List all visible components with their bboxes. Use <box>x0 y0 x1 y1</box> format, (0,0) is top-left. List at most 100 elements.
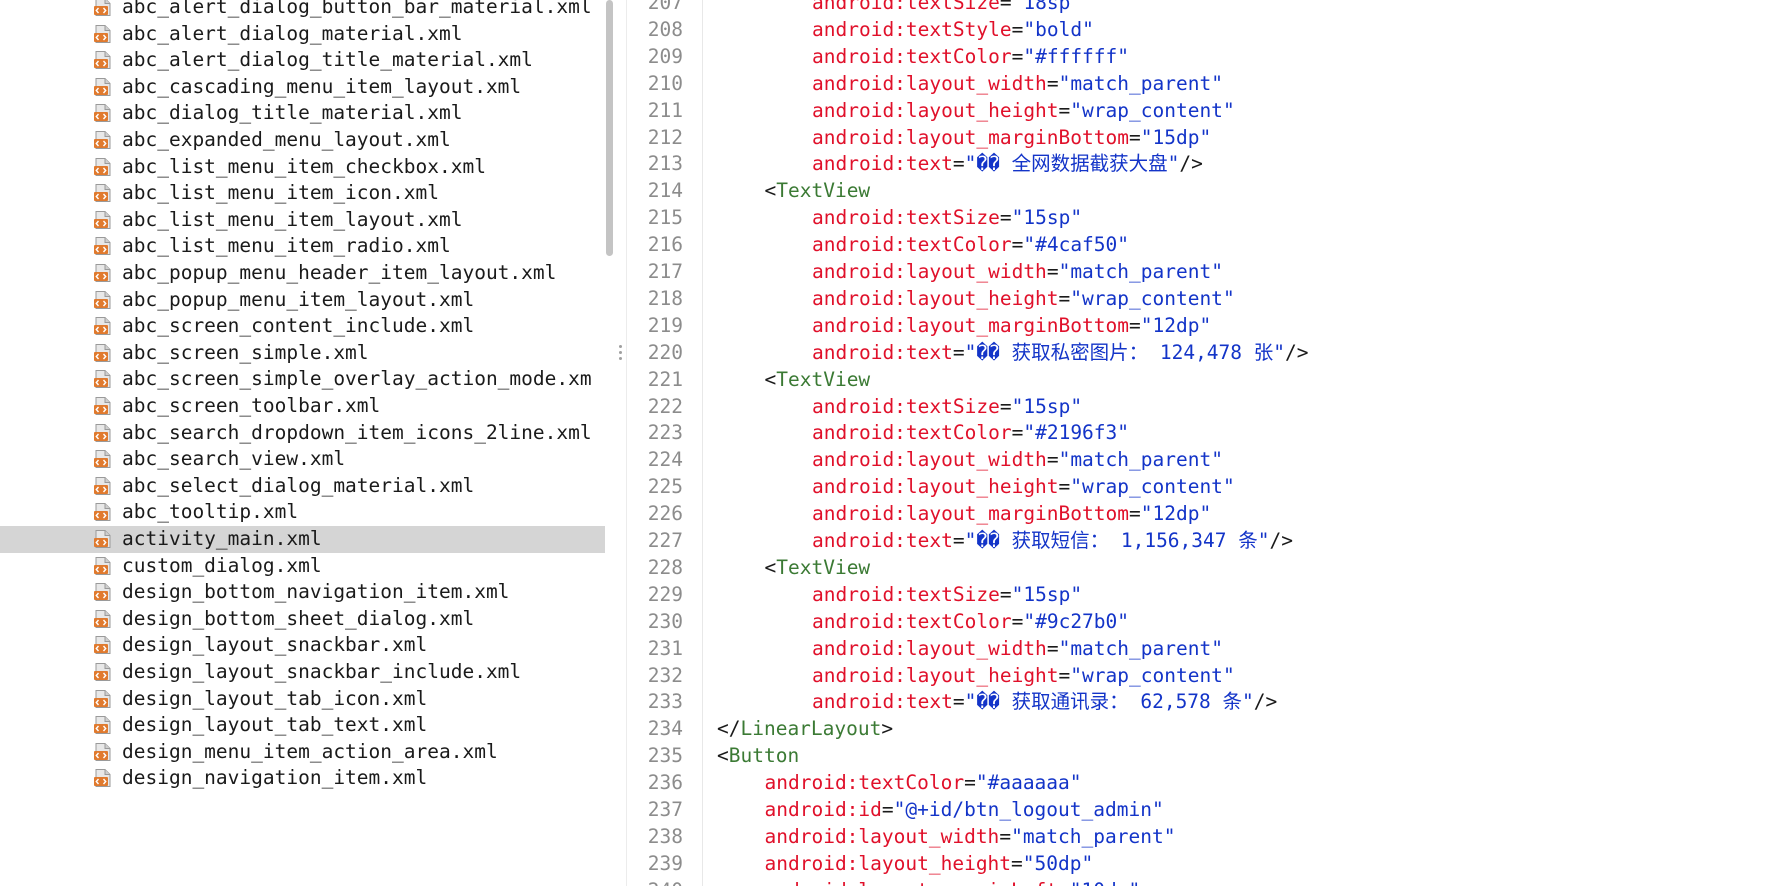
code-line[interactable]: 239 android:layout_height="50dp" <box>627 850 1769 877</box>
tree-item[interactable]: abc_screen_simple.xml <box>0 340 605 367</box>
code-line[interactable]: 228 <TextView <box>627 554 1769 581</box>
tree-item[interactable]: design_menu_item_action_area.xml <box>0 739 605 766</box>
code-line[interactable]: 218 android:layout_height="wrap_content" <box>627 285 1769 312</box>
code-line[interactable]: 230 android:textColor="#9c27b0" <box>627 608 1769 635</box>
code-line[interactable]: 234 </LinearLayout> <box>627 715 1769 742</box>
line-number: 222 <box>647 394 683 418</box>
tree-item[interactable]: design_bottom_navigation_item.xml <box>0 579 605 606</box>
tree-item[interactable]: abc_alert_dialog_button_bar_material.xml <box>0 0 605 21</box>
code-line[interactable]: 213 android:text="�� 全网数据截获大盘"/> <box>627 150 1769 177</box>
code-line[interactable]: 231 android:layout_width="match_parent" <box>627 635 1769 662</box>
tree-item[interactable]: abc_screen_content_include.xml <box>0 313 605 340</box>
tree-item[interactable]: abc_alert_dialog_title_material.xml <box>0 47 605 74</box>
tree-item[interactable]: abc_list_menu_item_icon.xml <box>0 180 605 207</box>
project-file-tree[interactable]: abc_alert_dialog_button_bar_material.xml… <box>0 0 605 886</box>
tree-item[interactable]: custom_dialog.xml <box>0 553 605 580</box>
code-line[interactable]: 235 <Button <box>627 742 1769 769</box>
tree-item[interactable]: abc_list_menu_item_radio.xml <box>0 233 605 260</box>
code-line[interactable]: 214 <TextView <box>627 177 1769 204</box>
code-line[interactable]: 217 android:layout_width="match_parent" <box>627 258 1769 285</box>
tag-close: /> <box>1179 152 1203 176</box>
code-line[interactable]: 208 android:textStyle="bold" <box>627 16 1769 43</box>
code-line[interactable]: 223 android:textColor="#2196f3" <box>627 419 1769 446</box>
xml-layout-file-icon <box>94 51 111 70</box>
equals-sign: = <box>999 394 1012 418</box>
equals-sign: = <box>964 771 976 795</box>
tree-item[interactable]: abc_select_dialog_material.xml <box>0 473 605 500</box>
tree-item[interactable]: abc_search_view.xml <box>0 446 605 473</box>
tree-item-label: activity_main.xml <box>122 527 322 550</box>
tree-item[interactable]: abc_popup_menu_header_item_layout.xml <box>0 260 605 287</box>
tree-item[interactable]: abc_tooltip.xml <box>0 499 605 526</box>
code-line[interactable]: 236 android:textColor="#aaaaaa" <box>627 769 1769 796</box>
equals-sign: = <box>1058 879 1070 886</box>
code-line[interactable]: 233 android:text="�� 获取通讯录： 62,578 条"/> <box>627 688 1769 715</box>
tree-item[interactable]: abc_list_menu_item_layout.xml <box>0 207 605 234</box>
code-line[interactable]: 221 <TextView <box>627 366 1769 393</box>
quote: " <box>964 690 977 714</box>
line-number: 238 <box>647 824 683 848</box>
code-editor[interactable]: 207 android:textSize="18sp" 208 android:tex… <box>627 0 1769 886</box>
code-line[interactable]: 220 android:text="�� 获取私密图片： 124,478 张"/> <box>627 339 1769 366</box>
panel-splitter[interactable] <box>615 0 627 886</box>
tree-item-label: abc_screen_simple_overlay_action_mode.xm <box>122 367 592 391</box>
tree-item[interactable]: abc_search_dropdown_item_icons_2line.xml <box>0 420 605 447</box>
equals-sign: = <box>1128 502 1141 526</box>
code-line[interactable]: 224 android:layout_width="match_parent" <box>627 446 1769 473</box>
code-line[interactable]: 240android:layout_marginLeft="10dp" <box>627 877 1769 886</box>
line-number: 236 <box>647 771 683 795</box>
xml-attribute-value: wrap_content <box>1082 663 1223 687</box>
code-line[interactable]: 215 android:textSize="15sp" <box>627 204 1769 231</box>
code-line[interactable]: 212 android:layout_marginBottom="15dp" <box>627 124 1769 151</box>
code-line[interactable]: 232 android:layout_height="wrap_content" <box>627 662 1769 689</box>
tree-scrollbar-thumb[interactable] <box>606 0 613 256</box>
xml-tag: </LinearLayout> <box>717 717 893 740</box>
tree-item[interactable]: activity_main.xml <box>0 526 605 553</box>
xml-attribute: android:layout_marginBottom <box>812 502 1129 526</box>
code-line[interactable]: 216 android:textColor="#4caf50" <box>627 231 1769 258</box>
tree-item[interactable]: abc_alert_dialog_material.xml <box>0 21 605 48</box>
tree-item[interactable]: design_navigation_item.xml <box>0 765 605 792</box>
code-line[interactable]: 222 android:textSize="15sp" <box>627 393 1769 420</box>
line-number: 239 <box>647 851 683 875</box>
code-line[interactable]: 219 android:layout_marginBottom="12dp" <box>627 312 1769 339</box>
code-line[interactable]: 207 android:textSize="18sp" <box>627 0 1769 16</box>
tree-item[interactable]: design_bottom_sheet_dialog.xml <box>0 606 605 633</box>
xml-attribute: android:textSize <box>812 394 1000 418</box>
tree-item[interactable]: design_layout_tab_icon.xml <box>0 686 605 713</box>
code-line[interactable]: 237 android:id="@+id/btn_logout_admin" <box>627 796 1769 823</box>
tree-item-label: abc_select_dialog_material.xml <box>122 473 475 497</box>
code-line[interactable]: 229 android:textSize="15sp" <box>627 581 1769 608</box>
xml-tag: <TextView <box>765 179 871 202</box>
xml-attribute: android:layout_width <box>812 260 1047 283</box>
tree-item-label: abc_list_menu_item_checkbox.xml <box>122 154 486 178</box>
code-line[interactable]: 238 android:layout_width="match_parent" <box>627 823 1769 850</box>
tree-item[interactable]: abc_expanded_menu_layout.xml <box>0 127 605 154</box>
line-number: 216 <box>647 233 683 257</box>
tree-item[interactable]: design_layout_snackbar.xml <box>0 632 605 659</box>
tree-item[interactable]: abc_dialog_title_material.xml <box>0 100 605 127</box>
code-line[interactable]: 225 android:layout_height="wrap_content" <box>627 473 1769 500</box>
quote: " <box>1023 609 1036 633</box>
tree-item[interactable]: abc_popup_menu_item_layout.xml <box>0 287 605 314</box>
code-line[interactable]: 209 android:textColor="#ffffff" <box>627 43 1769 70</box>
tag-part: < <box>764 179 777 203</box>
xml-attribute-value: �� 获取短信： 1,156,347 条 <box>976 529 1258 552</box>
tree-item[interactable]: abc_cascading_menu_item_layout.xml <box>0 74 605 101</box>
tree-item[interactable]: design_layout_tab_text.xml <box>0 712 605 739</box>
quote: " <box>1011 206 1024 230</box>
code-text: android:layout_width="match_parent" <box>812 70 1223 97</box>
tag-part: < <box>764 367 777 391</box>
code-line[interactable]: 227 android:text="�� 获取短信： 1,156,347 条"/> <box>627 527 1769 554</box>
tree-item[interactable]: abc_screen_toolbar.xml <box>0 393 605 420</box>
tree-item[interactable]: design_layout_snackbar_include.xml <box>0 659 605 686</box>
code-line[interactable]: 211 android:layout_height="wrap_content" <box>627 97 1769 124</box>
tree-item[interactable]: abc_list_menu_item_checkbox.xml <box>0 154 605 181</box>
quote: " <box>1117 421 1130 445</box>
tree-item[interactable]: abc_screen_simple_overlay_action_mode.xm <box>0 366 605 393</box>
xml-attribute: android:text <box>812 529 953 552</box>
code-line[interactable]: 226 android:layout_marginBottom="12dp" <box>627 500 1769 527</box>
line-number: 226 <box>647 502 683 526</box>
xml-attribute: android:id <box>764 798 882 821</box>
code-line[interactable]: 210 android:layout_width="match_parent" <box>627 70 1769 97</box>
